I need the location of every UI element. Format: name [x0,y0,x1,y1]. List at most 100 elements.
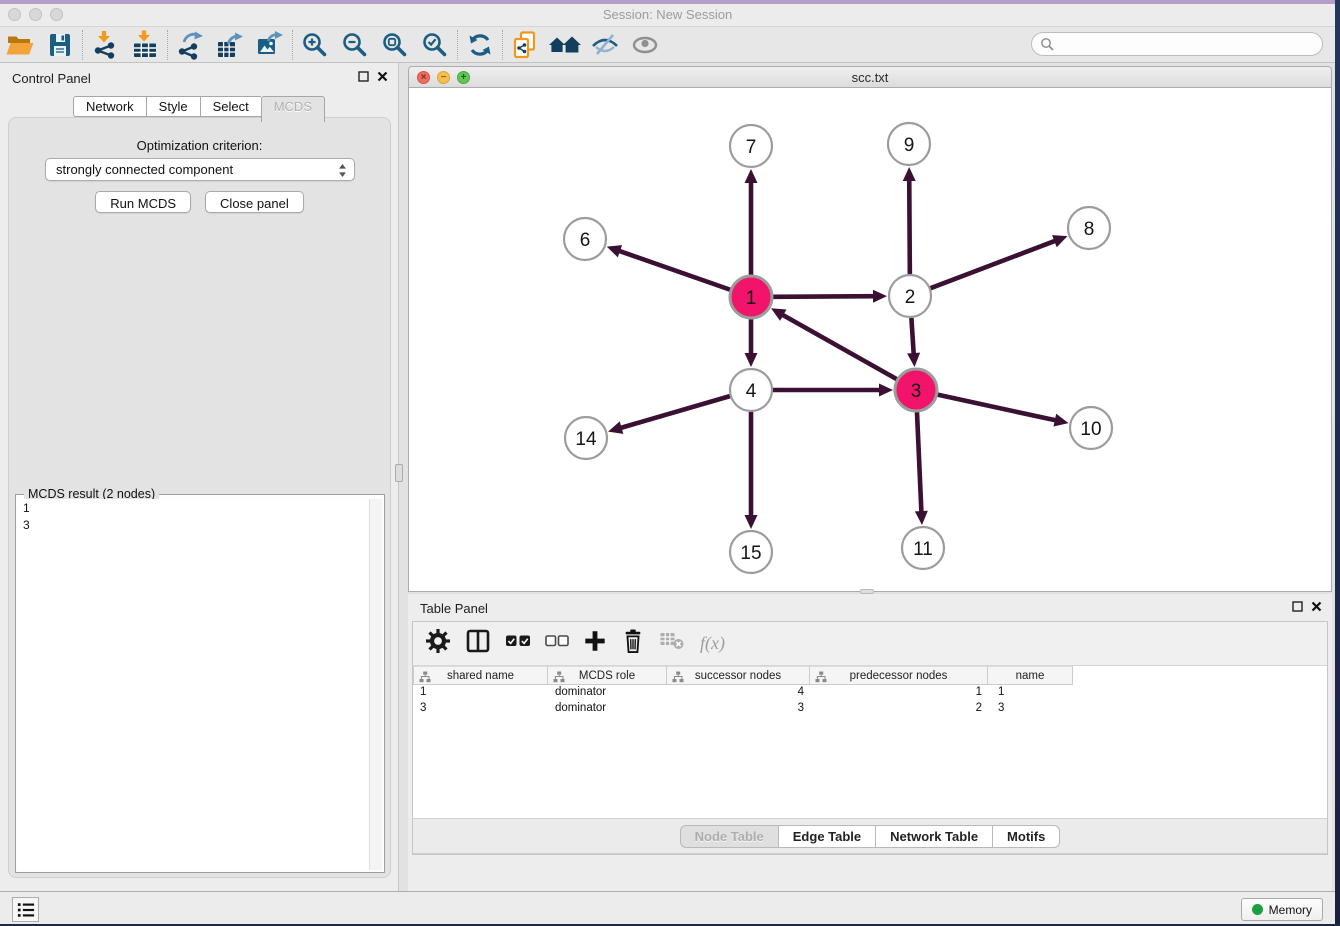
column-header-successor-nodes[interactable]: successor nodes [667,666,810,685]
table-tabs-strip: Node Table Edge Table Network Table Moti… [413,818,1327,854]
tab-select[interactable]: Select [200,96,261,117]
zoom-selected-button[interactable] [415,29,455,61]
vertical-splitter-grip[interactable] [395,464,403,482]
refresh-button[interactable] [460,29,500,61]
close-panel-icon[interactable] [377,71,388,82]
graph-node-label: 15 [740,543,761,564]
cell-shared-name[interactable]: 1 [413,685,548,701]
graph-edge-2-8[interactable] [931,240,1058,288]
export-table-button[interactable] [210,29,250,61]
delete-table-button-disabled[interactable] [659,629,686,658]
export-image-button[interactable] [250,29,290,61]
first-neighbors-button[interactable] [545,29,585,61]
graph-edge-3-10[interactable] [937,395,1057,421]
search-field[interactable] [1031,32,1323,56]
open-folder-icon [5,30,35,60]
tab-edge-table[interactable]: Edge Table [778,825,875,848]
network-window-titlebar[interactable]: × − + scc.txt [408,66,1332,88]
table-row[interactable]: 3 dominator 3 2 3 [413,701,1327,717]
criterion-value: strongly connected component [56,162,233,177]
column-header-name[interactable]: name [988,666,1073,685]
cell-name[interactable]: 1 [988,685,1073,701]
tab-mcds[interactable]: MCDS [261,96,325,122]
search-input[interactable] [1059,37,1309,51]
columns-icon [465,628,491,654]
hide-selected-button[interactable] [585,29,625,61]
search-icon [1040,37,1054,51]
criterion-select[interactable]: strongly connected component [45,158,355,181]
task-history-button[interactable] [12,897,39,922]
show-all-button[interactable] [625,29,665,61]
cell-successor-nodes[interactable]: 4 [667,685,810,701]
graph-edge-3-1[interactable] [781,314,897,380]
graph-edge-2-3[interactable] [911,318,913,356]
graph-arrowhead [915,511,928,525]
column-header-mcds-role[interactable]: MCDS role [548,666,667,685]
import-network-button[interactable] [85,29,125,61]
graph-arrowhead [879,384,893,397]
delete-column-button[interactable] [621,628,645,659]
cell-name[interactable]: 3 [988,701,1073,717]
network-window-title: scc.txt [409,70,1331,85]
graph-node-label: 14 [575,429,597,450]
import-table-button[interactable] [125,29,165,61]
graph-edge-3-11[interactable] [917,412,922,514]
table-row[interactable]: 1 dominator 4 1 1 [413,685,1327,701]
select-all-columns-button[interactable] [505,634,531,653]
graph-edge-2-9[interactable] [909,178,910,274]
zoom-in-icon [300,30,330,60]
desktop-edge [1335,0,1340,926]
float-table-panel-icon[interactable] [1292,601,1303,612]
close-table-panel-icon[interactable] [1311,601,1322,612]
tab-network[interactable]: Network [73,96,146,117]
cell-successor-nodes[interactable]: 3 [667,701,810,717]
close-panel-button[interactable]: Close panel [205,191,304,213]
save-session-button[interactable] [40,29,80,61]
toolbar-separator [292,30,293,60]
table-settings-button[interactable] [425,628,451,659]
graph-arrowhead [607,245,622,257]
graph-edge-1-6[interactable] [617,250,730,290]
export-network-button[interactable] [170,29,210,61]
zoom-fit-button[interactable] [375,29,415,61]
control-panel-title: Control Panel [12,71,91,86]
run-mcds-button[interactable]: Run MCDS [95,191,191,213]
zoom-out-button[interactable] [335,29,375,61]
graph-edge-4-14[interactable] [619,396,730,428]
memory-status-icon [1252,904,1263,915]
network-canvas[interactable]: 7968124314101511 [408,88,1332,592]
column-label: shared name [447,670,514,682]
column-label: MCDS role [579,670,635,682]
unselect-all-columns-button[interactable] [545,634,569,653]
zoom-in-button[interactable] [295,29,335,61]
table-panel: Table Panel [408,594,1332,891]
cell-mcds-role[interactable]: dominator [548,701,667,717]
show-columns-button[interactable] [465,628,491,659]
delete-table-icon [659,629,686,653]
tab-motifs[interactable]: Motifs [992,825,1060,848]
refresh-icon [465,30,495,60]
column-header-predecessor-nodes[interactable]: predecessor nodes [810,666,988,685]
cell-predecessor-nodes[interactable]: 2 [810,701,988,717]
plus-icon [583,629,607,653]
new-network-from-selection-button[interactable] [505,29,545,61]
optimization-criterion-label: Optimization criterion: [9,138,390,153]
graph-node-label: 8 [1084,219,1095,240]
result-scrollbar[interactable] [369,499,382,870]
tab-style[interactable]: Style [146,96,200,117]
memory-button[interactable]: Memory [1241,898,1323,921]
graph-edge-1-2[interactable] [773,296,876,297]
mcds-result-text[interactable]: 1 3 [18,499,368,870]
tab-node-table[interactable]: Node Table [680,825,778,848]
create-column-button[interactable] [583,629,607,658]
function-builder-button[interactable]: f(x) [700,633,725,654]
cell-shared-name[interactable]: 3 [413,701,548,717]
cell-mcds-role[interactable]: dominator [548,685,667,701]
cell-predecessor-nodes[interactable]: 1 [810,685,988,701]
graph-arrowhead [745,169,758,183]
open-session-button[interactable] [0,29,40,61]
application-window: Session: New Session [0,0,1340,926]
tab-network-table[interactable]: Network Table [875,825,992,848]
float-panel-icon[interactable] [358,71,369,82]
column-header-shared-name[interactable]: shared name [413,666,548,685]
